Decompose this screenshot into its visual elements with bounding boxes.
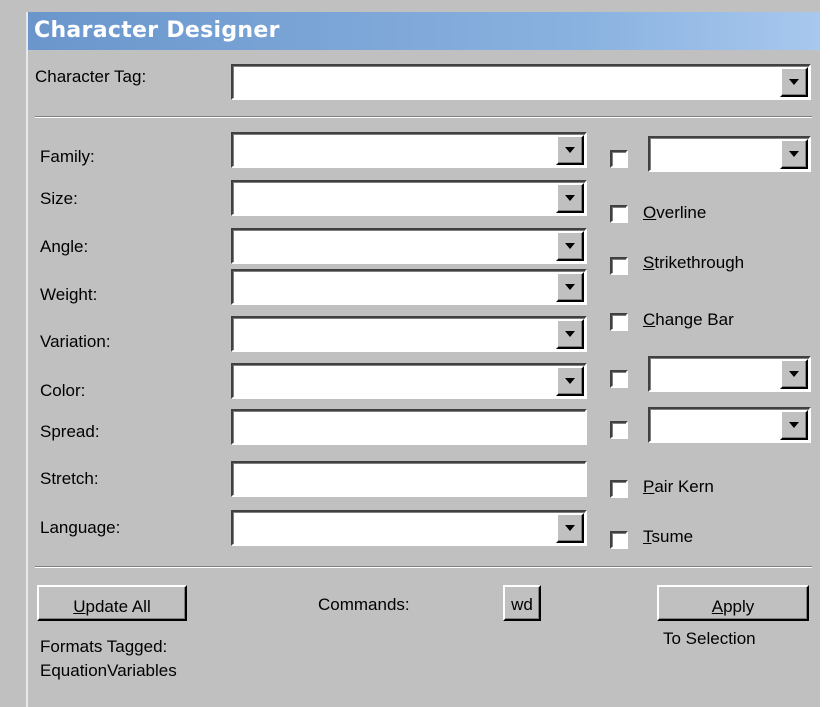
change-bar-checkbox[interactable] — [610, 313, 628, 331]
pair-kern-mnemonic: P — [643, 477, 655, 496]
language-label: Language: — [40, 518, 121, 537]
family-label: Family: — [40, 147, 95, 166]
variation-combobox[interactable] — [231, 316, 587, 352]
overline-mnemonic: O — [643, 203, 657, 222]
language-combobox[interactable] — [231, 510, 587, 546]
angle-combobox[interactable] — [231, 228, 587, 264]
apply-label: Apply — [712, 593, 755, 617]
angle-label: Angle: — [40, 237, 89, 256]
overline-checkbox[interactable] — [610, 205, 628, 223]
spread-label: Spread: — [40, 422, 100, 441]
strikethrough-mnemonic: S — [643, 253, 655, 272]
pair-kern-label-text: air Kern — [654, 477, 714, 496]
change-bar-label-text: hange Bar — [655, 310, 734, 329]
position-combobox[interactable] — [648, 356, 811, 392]
title-bar[interactable]: Character Designer — [28, 12, 822, 50]
tsume-label: Tsume — [643, 527, 693, 547]
top-separator — [35, 116, 812, 118]
variation-label: Variation: — [40, 332, 111, 351]
apply-label-text: pply — [723, 597, 755, 616]
formats-tagged-label: Formats Tagged: — [40, 637, 168, 656]
apply-target-text: To Selection — [663, 629, 756, 648]
size-label: Size: — [40, 189, 78, 208]
commands-button-label: wd — [511, 595, 533, 614]
tsume-checkbox[interactable] — [610, 531, 628, 549]
character-tag-dropdown-button[interactable] — [780, 67, 808, 97]
pair-kern-checkbox[interactable] — [610, 480, 628, 498]
strikethrough-label: Strikethrough — [643, 253, 744, 273]
spread-input[interactable] — [231, 409, 587, 445]
underline-checkbox[interactable] — [610, 150, 628, 168]
underline-style-combobox[interactable] — [648, 136, 811, 172]
color-dropdown-button[interactable] — [556, 366, 584, 396]
family-combobox[interactable] — [231, 132, 587, 168]
language-dropdown-button[interactable] — [556, 513, 584, 543]
weight-combobox[interactable] — [231, 269, 587, 305]
size-dropdown-button[interactable] — [556, 183, 584, 213]
underline-style-dropdown-button[interactable] — [780, 139, 808, 169]
change-bar-label: Change Bar — [643, 310, 734, 330]
character-designer-window: Character Designer Character Tag: Family… — [0, 0, 830, 707]
window-title: Character Designer — [34, 18, 280, 43]
update-all-label: Update All — [73, 593, 151, 617]
formats-tagged-value: EquationVariables — [40, 661, 177, 680]
pair-kern-label: Pair Kern — [643, 477, 714, 497]
overline-label: Overline — [643, 203, 706, 223]
family-dropdown-button[interactable] — [556, 135, 584, 165]
stretch-input[interactable] — [231, 461, 587, 497]
weight-label: Weight: — [40, 285, 98, 304]
commands-button[interactable]: wd — [503, 585, 541, 621]
case-dropdown-button[interactable] — [780, 410, 808, 440]
strikethrough-checkbox[interactable] — [610, 257, 628, 275]
weight-dropdown-button[interactable] — [556, 272, 584, 302]
overline-label-text: verline — [656, 203, 707, 222]
update-all-mnemonic: U — [73, 597, 86, 616]
window-right-border — [820, 0, 830, 707]
apply-mnemonic: A — [711, 597, 724, 616]
character-tag-label: Character Tag: — [35, 67, 147, 86]
angle-dropdown-button[interactable] — [556, 231, 584, 261]
color-label: Color: — [40, 381, 86, 400]
apply-button[interactable]: Apply — [657, 585, 809, 621]
window-left-border — [26, 12, 28, 707]
size-combobox[interactable] — [231, 180, 587, 216]
update-all-button[interactable]: Update All — [37, 585, 187, 621]
stretch-label: Stretch: — [40, 469, 99, 488]
case-checkbox[interactable] — [610, 421, 628, 439]
position-checkbox[interactable] — [610, 370, 628, 388]
position-dropdown-button[interactable] — [780, 359, 808, 389]
color-combobox[interactable] — [231, 363, 587, 399]
case-combobox[interactable] — [648, 407, 811, 443]
update-all-label-text: pdate All — [85, 597, 151, 616]
tsume-label-text: sume — [651, 527, 694, 546]
bottom-separator — [35, 566, 812, 568]
change-bar-mnemonic: C — [643, 310, 656, 329]
strikethrough-label-text: trikethrough — [654, 253, 745, 272]
tsume-mnemonic: T — [643, 527, 652, 546]
variation-dropdown-button[interactable] — [556, 319, 584, 349]
commands-label: Commands: — [318, 595, 410, 614]
character-tag-combobox[interactable] — [231, 64, 811, 100]
